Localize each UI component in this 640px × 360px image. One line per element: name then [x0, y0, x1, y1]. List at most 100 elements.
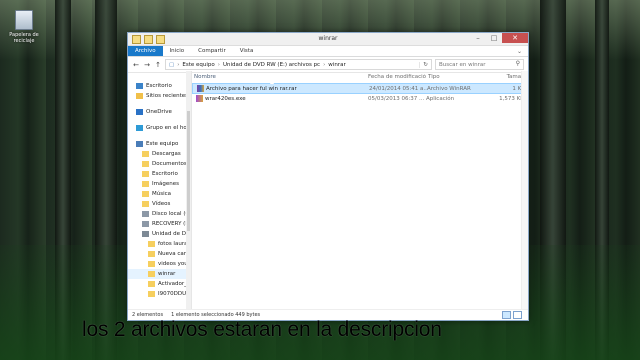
forward-button[interactable]: →	[143, 61, 151, 69]
folder-icon	[148, 261, 155, 267]
nav-item[interactable]: Nueva carpeta	[128, 249, 191, 259]
file-row[interactable]: wrar420es.exe 05/03/2013 06:37 ... Aplicac…	[192, 94, 528, 103]
tab-vista[interactable]: Vista	[233, 46, 261, 56]
folder-icon	[148, 251, 155, 257]
nav-item-label: Este equipo	[146, 141, 179, 147]
video-caption: los 2 archivos estaran en la descripcion	[82, 318, 442, 341]
column-nombre[interactable]: Nombre	[192, 74, 366, 80]
recycle-bin-icon	[15, 10, 33, 30]
nav-scrollbar-thumb[interactable]	[187, 111, 190, 231]
search-placeholder: Buscar en winrar	[439, 61, 486, 68]
nav-item[interactable]: Sitios recientes	[128, 91, 191, 101]
nav-item-label: Vídeos	[152, 201, 171, 207]
nav-item-label: Sitios recientes	[146, 93, 189, 99]
column-tipo[interactable]: Tipo	[426, 74, 484, 80]
nav-item-label: Documentos	[152, 161, 187, 167]
address-bar[interactable]: ▢ › Este equipo › Unidad de DVD RW (E:) …	[165, 59, 432, 70]
computer-icon	[136, 141, 143, 147]
nav-item[interactable]: Activador_Win	[128, 279, 191, 289]
file-name: Archivo para hacer ful win rar.rar	[206, 85, 297, 92]
minimize-button[interactable]: –	[470, 33, 486, 43]
file-type: Archivo WinRAR	[427, 85, 471, 92]
ribbon-expand-icon[interactable]: ⌄	[511, 48, 528, 55]
dvd-icon	[142, 231, 149, 237]
tab-compartir[interactable]: Compartir	[191, 46, 233, 56]
close-button[interactable]: ✕	[502, 33, 528, 43]
folder-icon	[148, 241, 155, 247]
nav-item[interactable]: winrar	[128, 269, 191, 279]
breadcrumb-dvd-drive[interactable]: Unidad de DVD RW (E:) archivos pc	[223, 62, 320, 68]
rar-archive-icon	[197, 85, 204, 92]
up-button[interactable]: ↑	[154, 61, 162, 69]
file-size: 1,573 KB	[499, 95, 524, 102]
maximize-button[interactable]: □	[486, 33, 502, 43]
folder-icon	[142, 191, 149, 197]
nav-item[interactable]: Grupo en el hogar	[128, 123, 191, 133]
drive-icon	[142, 221, 149, 227]
nav-item-label: Descargas	[152, 151, 181, 157]
desktop-icon	[136, 83, 143, 89]
pc-icon: ▢	[169, 61, 175, 68]
navigation-pane: Escritorio Sitios recientes OneDrive Grupo …	[128, 71, 192, 310]
window-title: winrar	[318, 35, 338, 42]
nav-item[interactable]: Descargas	[128, 149, 191, 159]
file-date: 24/01/2014 05:41 a...	[369, 85, 427, 92]
recycle-bin-label: Papelera de reciclaje	[9, 32, 39, 44]
recent-icon	[136, 93, 143, 99]
folder-icon	[142, 161, 149, 167]
file-size: 1 KB	[512, 85, 525, 92]
nav-item[interactable]: Vídeos	[128, 199, 191, 209]
ribbon-tabs: Archivo Inicio Compartir Vista ⌄	[128, 46, 528, 57]
nav-scrollbar[interactable]	[186, 71, 191, 310]
exe-file-icon	[196, 95, 203, 102]
back-button[interactable]: ←	[132, 61, 140, 69]
file-name: wrar420es.exe	[205, 95, 246, 102]
mouse-cursor	[270, 79, 274, 84]
nav-item[interactable]: Este equipo	[128, 139, 191, 149]
tab-archivo[interactable]: Archivo	[128, 46, 163, 56]
window-controls: – □ ✕	[470, 33, 528, 43]
folder-icon	[142, 171, 149, 177]
file-date: 05/03/2013 06:37 ...	[368, 95, 425, 102]
nav-item[interactable]: Escritorio	[128, 169, 191, 179]
column-headers: Nombre Fecha de modificación Tipo Tamaño	[192, 71, 528, 83]
nav-item[interactable]: Documentos	[128, 159, 191, 169]
nav-item[interactable]: videos youtub	[128, 259, 191, 269]
nav-item[interactable]: OneDrive	[128, 107, 191, 117]
breadcrumb-este-equipo[interactable]: Este equipo	[182, 62, 214, 68]
search-input[interactable]: Buscar en winrar ⚲	[435, 59, 524, 70]
folder-icon	[148, 271, 155, 277]
large-icons-view-icon[interactable]	[513, 311, 522, 319]
nav-item[interactable]: RECOVERY (D:)	[128, 219, 191, 229]
nav-item[interactable]: fotos laura	[128, 239, 191, 249]
drive-icon	[142, 211, 149, 217]
nav-item-label: winrar	[158, 271, 176, 277]
content-scrollbar[interactable]	[521, 71, 528, 310]
explorer-body: Escritorio Sitios recientes OneDrive Grupo …	[128, 71, 528, 310]
details-view-icon[interactable]	[502, 311, 511, 319]
folder-icon	[142, 151, 149, 157]
breadcrumb-winrar[interactable]: winrar	[328, 62, 345, 68]
search-icon: ⚲	[515, 60, 520, 67]
refresh-icon[interactable]: ↻	[419, 61, 431, 68]
nav-item-label: Escritorio	[146, 83, 172, 89]
nav-item[interactable]: Música	[128, 189, 191, 199]
navigation-list: Escritorio Sitios recientes OneDrive Grupo …	[128, 81, 191, 299]
file-row[interactable]: Archivo para hacer ful win rar.rar 24/01/…	[192, 83, 528, 94]
nav-item[interactable]: Escritorio	[128, 81, 191, 91]
nav-item-label: fotos laura	[158, 241, 188, 247]
nav-item[interactable]: I9070DDULP8	[128, 289, 191, 299]
tab-inicio[interactable]: Inicio	[163, 46, 192, 56]
nav-item[interactable]: Disco local (C:)	[128, 209, 191, 219]
view-switcher	[502, 311, 528, 319]
recycle-bin-shortcut[interactable]: Papelera de reciclaje	[6, 10, 42, 44]
folder-icon	[142, 201, 149, 207]
nav-item-label: Música	[152, 191, 172, 197]
nav-item-label: Imágenes	[152, 181, 179, 187]
file-explorer-window: winrar – □ ✕ Archivo Inicio Compartir Vi…	[127, 32, 529, 321]
nav-item[interactable]: Imágenes	[128, 179, 191, 189]
file-rows: Archivo para hacer ful win rar.rar 24/01/…	[192, 83, 528, 103]
nav-item[interactable]: Unidad de DVD R	[128, 229, 191, 239]
folder-icon	[148, 291, 155, 297]
column-fecha[interactable]: Fecha de modificación	[366, 74, 426, 80]
